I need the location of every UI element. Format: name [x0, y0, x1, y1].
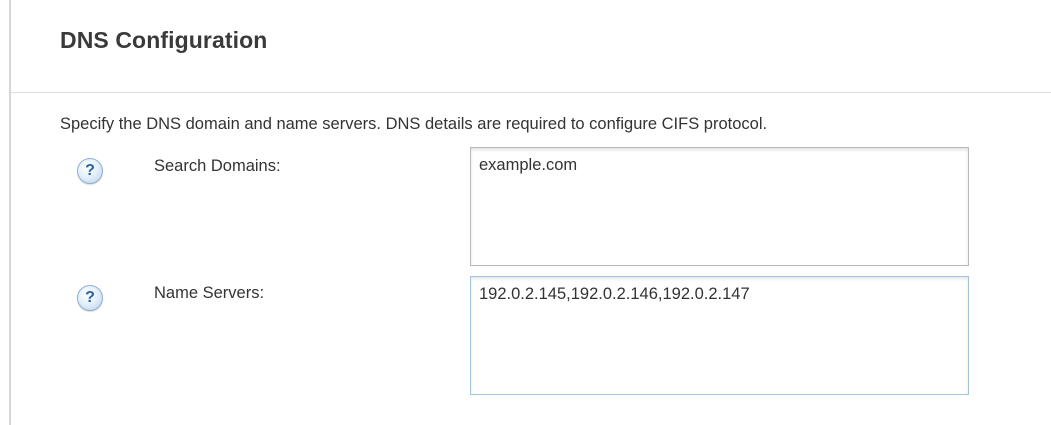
- search-domains-help-icon[interactable]: ?: [77, 158, 103, 184]
- dns-configuration-panel: DNS Configuration Specify the DNS domain…: [0, 0, 1051, 425]
- search-domains-field[interactable]: example.com: [470, 147, 969, 266]
- left-border: [9, 0, 11, 425]
- search-domains-label: Search Domains:: [154, 157, 281, 175]
- page-title: DNS Configuration: [60, 27, 268, 53]
- section-divider: [11, 92, 1051, 93]
- name-servers-label: Name Servers:: [154, 284, 265, 302]
- name-servers-field[interactable]: 192.0.2.145,192.0.2.146,192.0.2.147: [470, 276, 969, 395]
- section-description: Specify the DNS domain and name servers.…: [60, 115, 768, 133]
- name-servers-help-icon[interactable]: ?: [77, 285, 103, 311]
